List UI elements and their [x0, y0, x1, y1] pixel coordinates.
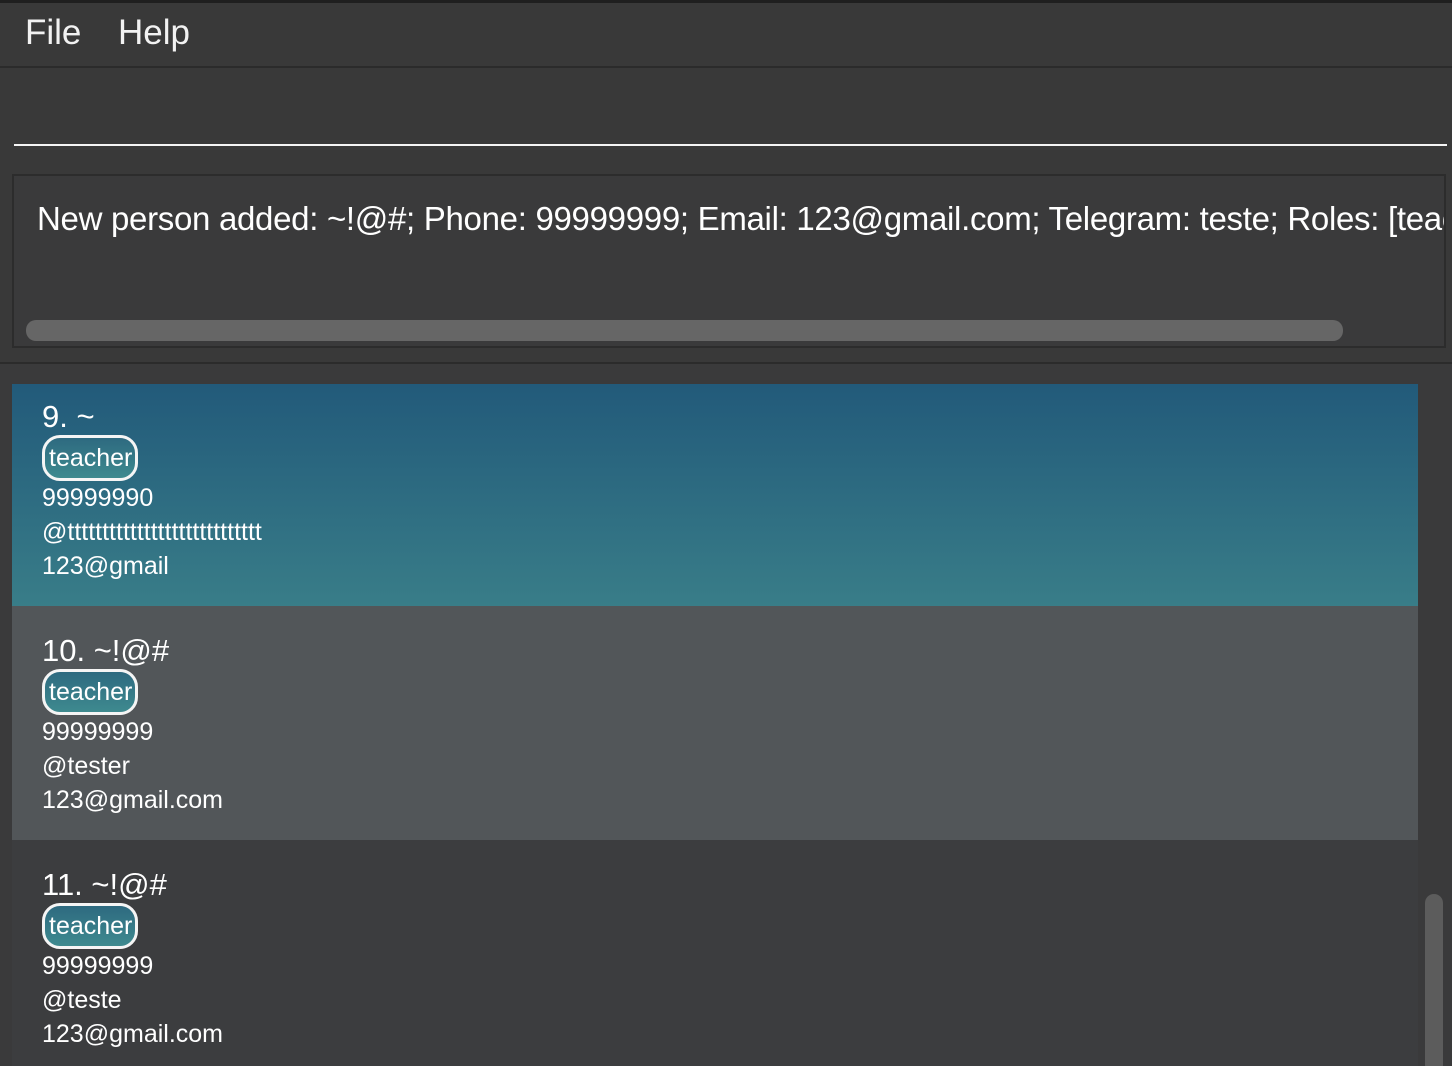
- menu-file[interactable]: File: [25, 13, 81, 53]
- person-telegram: @tester: [42, 752, 130, 780]
- person-name: 10. ~!@#: [42, 633, 170, 668]
- result-horizontal-scrollbar[interactable]: [26, 320, 1343, 341]
- person-name: 9. ~: [42, 399, 95, 434]
- person-list[interactable]: 9. ~ teacher 99999990 @ttttttttttttttttt…: [0, 364, 1452, 1066]
- person-card-9[interactable]: 9. ~ teacher 99999990 @ttttttttttttttttt…: [12, 384, 1418, 618]
- role-tag: teacher: [42, 669, 139, 715]
- menu-bar: File Help: [0, 3, 1452, 68]
- person-name: 11. ~!@#: [42, 867, 167, 902]
- person-email: 123@gmail: [42, 552, 169, 580]
- role-tag: teacher: [42, 903, 139, 949]
- list-vertical-scrollbar[interactable]: [1425, 894, 1443, 1066]
- person-telegram: @tttttttttttttttttttttttttttt: [42, 518, 262, 546]
- person-phone: 99999990: [42, 484, 154, 512]
- person-telegram: @teste: [42, 986, 122, 1014]
- command-input[interactable]: [14, 76, 1447, 146]
- result-display: New person added: ~!@#; Phone: 99999999;…: [12, 174, 1446, 348]
- menu-help[interactable]: Help: [118, 13, 190, 53]
- person-email: 123@gmail.com: [42, 1020, 224, 1048]
- role-tag: teacher: [42, 435, 139, 481]
- person-card-10[interactable]: 10. ~!@# teacher 99999999 @tester 123@gm…: [12, 606, 1418, 840]
- app-window: File Help New person added: ~!@#; Phone:…: [0, 0, 1452, 1066]
- command-box: [0, 68, 1452, 162]
- result-display-panel: New person added: ~!@#; Phone: 99999999;…: [0, 162, 1452, 364]
- person-phone: 99999999: [42, 952, 154, 980]
- result-message: New person added: ~!@#; Phone: 99999999;…: [37, 200, 1446, 237]
- person-email: 123@gmail.com: [42, 786, 224, 814]
- person-card-11[interactable]: 11. ~!@# teacher 99999999 @teste 123@gma…: [12, 840, 1418, 1066]
- person-phone: 99999999: [42, 718, 154, 746]
